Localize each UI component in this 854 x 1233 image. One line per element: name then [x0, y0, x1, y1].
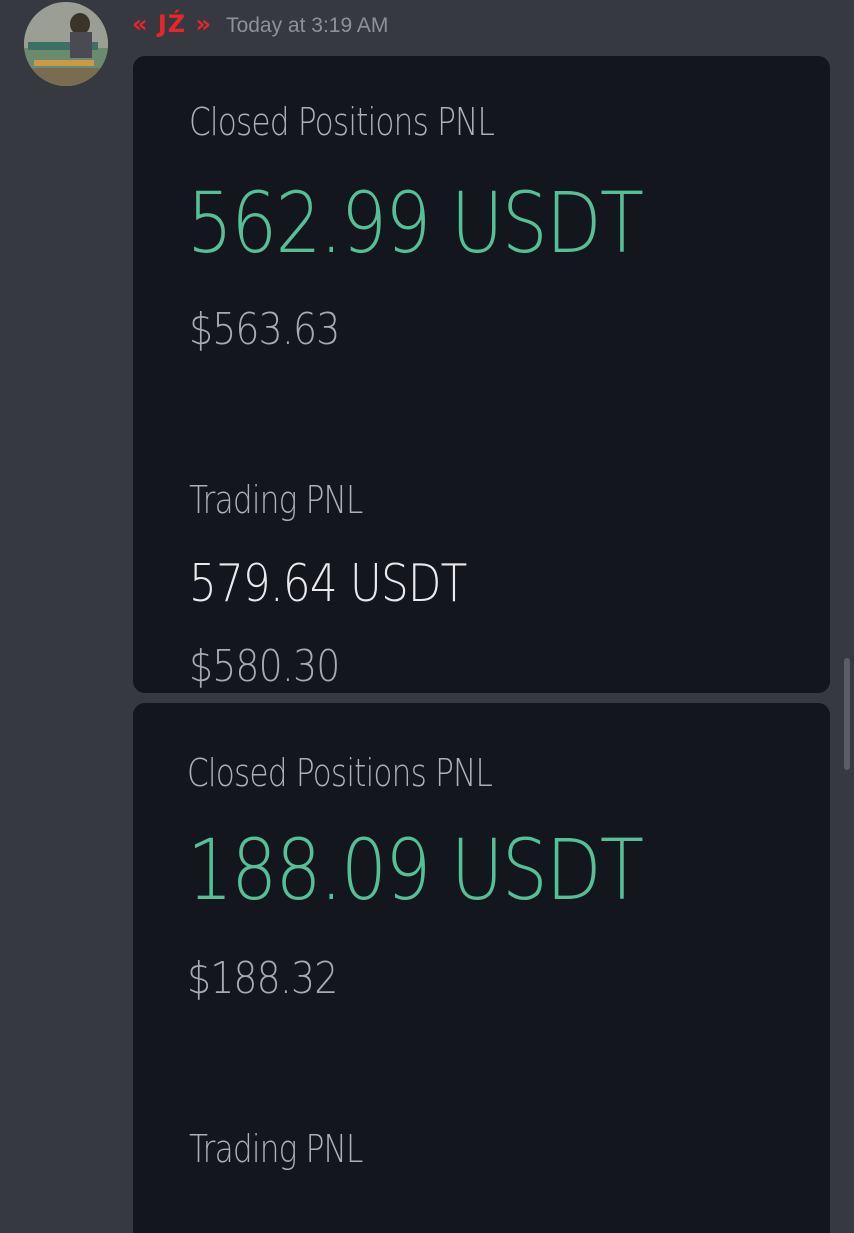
image-attachment[interactable]: Closed Positions PNL 562.99 USDT $563.63… — [133, 56, 830, 693]
trading-pnl-label: Trading PNL — [189, 478, 363, 522]
closed-positions-pnl-usd: $188.32 — [187, 953, 338, 1004]
closed-positions-pnl-label: Closed Positions PNL — [189, 100, 495, 144]
message-timestamp[interactable]: Today at 3:19 AM — [226, 14, 388, 38]
image-attachment[interactable]: Closed Positions PNL 188.09 USDT $188.32… — [133, 703, 830, 1233]
closed-positions-pnl-usd: $563.63 — [189, 304, 340, 355]
trading-pnl-usd: $580.30 — [189, 641, 340, 692]
closed-positions-pnl-value: 562.99 USDT — [187, 174, 644, 272]
closed-positions-pnl-label: Closed Positions PNL — [187, 751, 493, 795]
avatar-image — [24, 2, 108, 86]
trading-pnl-label: Trading PNL — [189, 1127, 363, 1171]
closed-positions-pnl-value: 188.09 USDT — [187, 821, 644, 919]
scrollbar-thumb[interactable] — [844, 658, 850, 770]
user-avatar[interactable] — [24, 2, 108, 86]
username[interactable]: « JŹ » — [132, 10, 212, 38]
trading-pnl-value: 579.64 USDT — [189, 554, 467, 614]
message-header: « JŹ » Today at 3:19 AM — [132, 10, 388, 46]
